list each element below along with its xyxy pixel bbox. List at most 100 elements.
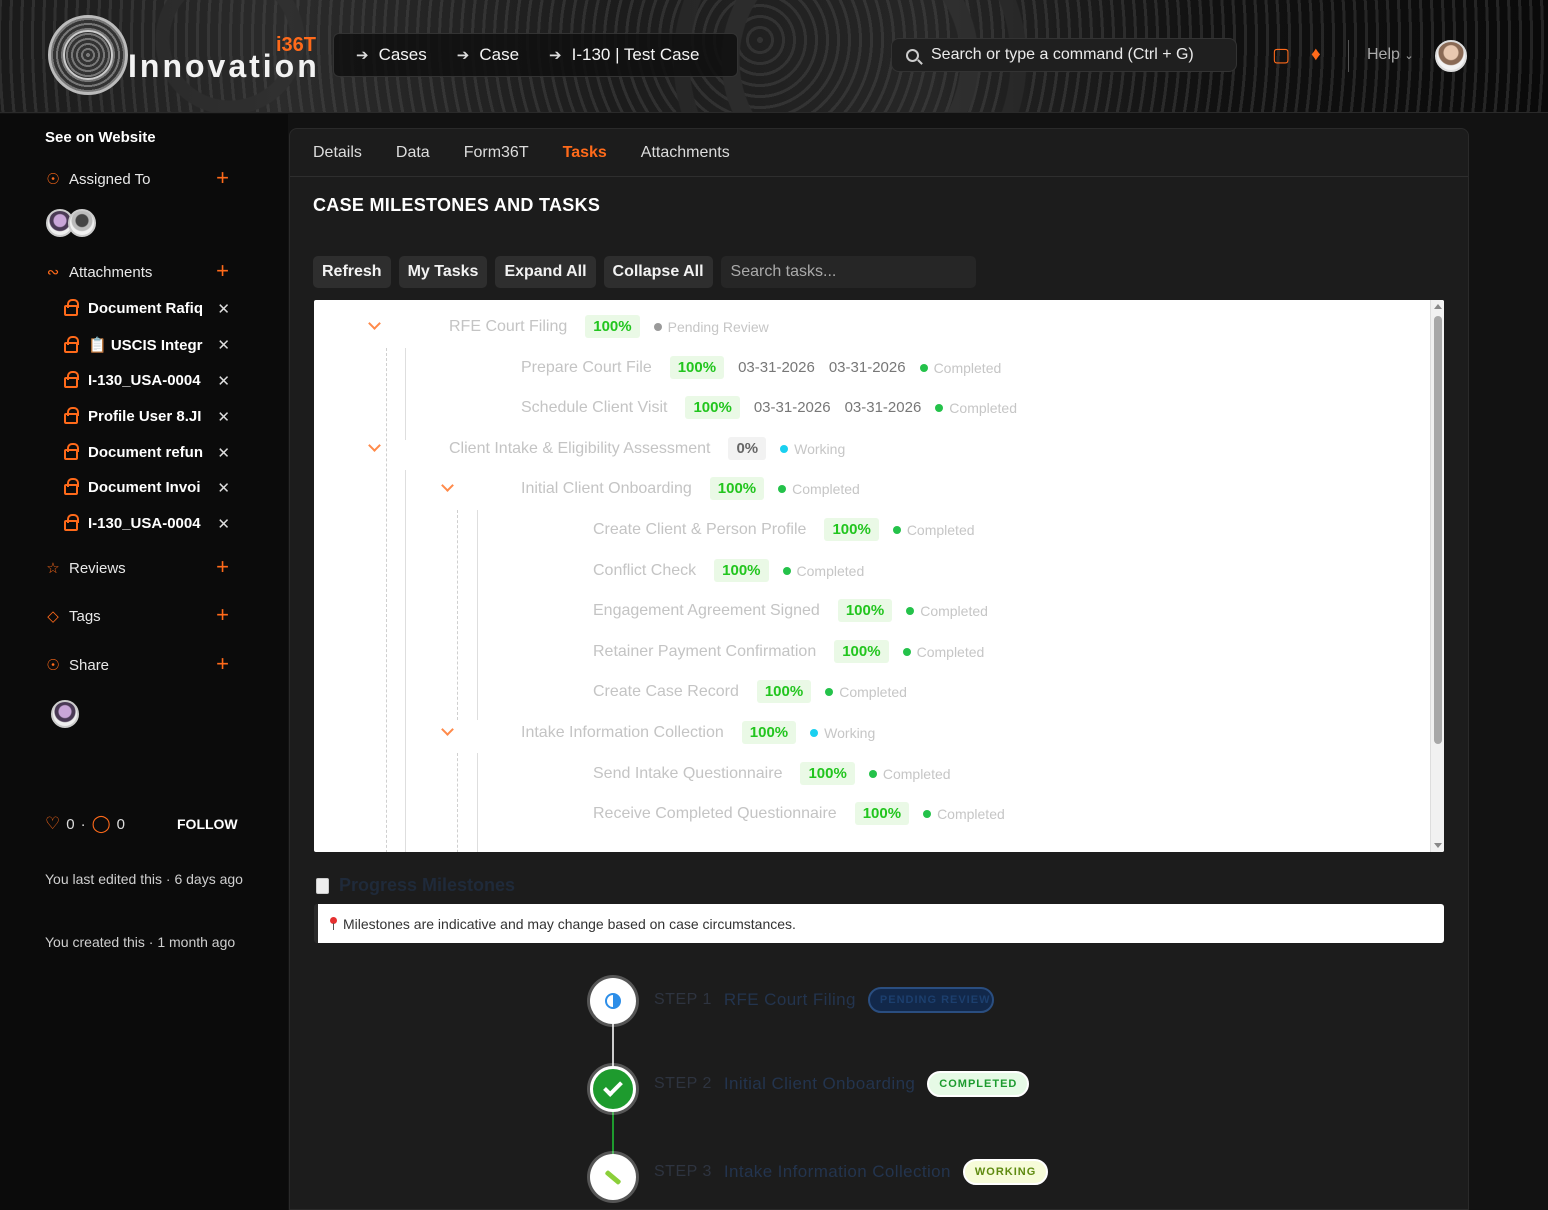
- step-2[interactable]: STEP 2 Initial Client Onboarding COMPLET…: [654, 1071, 1030, 1097]
- remove-attachment-icon[interactable]: ✕: [217, 372, 230, 390]
- tree-guide-line: [405, 348, 406, 440]
- attachment-item[interactable]: Document Rafiq ✕: [64, 299, 230, 318]
- my-tasks-button[interactable]: My Tasks: [398, 256, 488, 288]
- user-avatar[interactable]: [1435, 40, 1467, 72]
- tab-tasks[interactable]: Tasks: [563, 144, 607, 162]
- task-row[interactable]: Create Case Record 100% Completed: [593, 680, 907, 703]
- command-search[interactable]: Search or type a command (Ctrl + G): [891, 38, 1237, 72]
- task-row[interactable]: Client Intake & Eligibility Assessment 0%…: [449, 437, 845, 460]
- tab-attachments[interactable]: Attachments: [641, 144, 730, 162]
- share-user-icon: ☉: [46, 657, 60, 674]
- lock-icon: [64, 335, 79, 353]
- chevron-down-icon[interactable]: [441, 723, 454, 736]
- attachment-item[interactable]: Document refun ✕: [64, 443, 230, 462]
- collapse-all-button[interactable]: Collapse All: [603, 256, 713, 288]
- task-row[interactable]: Schedule Client Visit 100% 03-31-2026 03-31…: [521, 396, 1017, 419]
- task-end-date: 03-31-2026: [844, 399, 922, 416]
- chat-icon[interactable]: ▢: [1272, 44, 1290, 67]
- bell-icon[interactable]: ♦: [1311, 44, 1321, 66]
- remove-attachment-icon[interactable]: ✕: [217, 300, 230, 318]
- task-name: Create Client & Person Profile: [593, 520, 807, 538]
- comment-icon[interactable]: ◯: [92, 814, 111, 834]
- step-3[interactable]: STEP 3 Intake Information Collection WOR…: [654, 1159, 1049, 1185]
- attachment-item[interactable]: 📋 USCIS Integr ✕: [64, 335, 230, 354]
- main-panel: Details Data Form36T Tasks Attachments C…: [289, 128, 1469, 1210]
- task-row[interactable]: Conflict Check 100% Completed: [593, 559, 864, 582]
- add-attachment-button[interactable]: +: [216, 260, 229, 282]
- arrow-right-icon: ➔: [356, 47, 369, 64]
- task-row[interactable]: RFE Court Filing 100% Pending Review: [449, 315, 769, 338]
- task-name: RFE Court Filing: [449, 317, 568, 335]
- remove-attachment-icon[interactable]: ✕: [217, 336, 230, 354]
- task-progress-badge: 100%: [834, 640, 889, 663]
- sidebar-attachments: ∾ Attachments +: [46, 258, 229, 283]
- status-dot-icon: [906, 606, 915, 615]
- engagement-counts: ♡ 0 · ◯ 0: [45, 814, 125, 834]
- tree-guide-line: [457, 753, 458, 852]
- step-1[interactable]: STEP 1 RFE Court Filing PENDING REVIEW: [654, 987, 994, 1013]
- task-row[interactable]: Intake Information Collection 100% Working: [521, 721, 875, 744]
- task-progress-badge: 100%: [756, 680, 812, 703]
- task-row[interactable]: Initial Client Onboarding 100% Completed: [521, 477, 860, 500]
- assignee-avatar[interactable]: [68, 209, 96, 237]
- remove-attachment-icon[interactable]: ✕: [217, 444, 230, 462]
- task-search-input[interactable]: [720, 256, 976, 288]
- task-status: Completed: [919, 360, 1001, 376]
- status-dot-icon: [780, 444, 789, 453]
- task-row[interactable]: Receive Completed Questionnaire 100% Compl…: [593, 802, 1005, 825]
- task-row[interactable]: Send Intake Questionnaire 100% Completed: [593, 762, 951, 785]
- task-name: Send Intake Questionnaire: [593, 764, 783, 782]
- tab-details[interactable]: Details: [313, 144, 362, 162]
- task-row[interactable]: Retainer Payment Confirmation 100% Complet…: [593, 640, 984, 663]
- add-review-button[interactable]: +: [216, 556, 229, 578]
- heart-icon[interactable]: ♡: [45, 814, 60, 834]
- tab-form36t[interactable]: Form36T: [464, 144, 529, 162]
- lock-icon: [64, 299, 79, 316]
- task-row[interactable]: Engagement Agreement Signed 100% Completed: [593, 599, 988, 622]
- add-share-button[interactable]: +: [216, 653, 229, 675]
- see-on-website-link[interactable]: See on Website: [45, 129, 156, 146]
- remove-attachment-icon[interactable]: ✕: [217, 515, 230, 533]
- tab-data[interactable]: Data: [396, 144, 430, 162]
- task-progress-badge: 100%: [685, 396, 740, 419]
- expand-all-button[interactable]: Expand All: [495, 256, 596, 288]
- scroll-up-arrow[interactable]: [1434, 304, 1442, 309]
- status-dot-icon: [810, 728, 819, 737]
- tree-scrollbar[interactable]: [1430, 300, 1444, 852]
- attachment-item[interactable]: I-130_USA-0004 ✕: [64, 371, 230, 390]
- add-assignee-button[interactable]: +: [216, 167, 229, 189]
- chevron-down-icon[interactable]: [368, 317, 381, 330]
- tree-guide-line: [405, 470, 406, 852]
- engagement-separator: ·: [80, 815, 86, 833]
- task-row[interactable]: Prepare Court File 100% 03-31-2026 03-31-20…: [521, 356, 1001, 379]
- attachment-item[interactable]: I-130_USA-0004 ✕: [64, 514, 230, 533]
- breadcrumb: ➔ Cases ➔ Case ➔ I-130 | Test Case: [333, 33, 738, 77]
- attachment-item[interactable]: Document Invoi ✕: [64, 478, 230, 497]
- help-menu[interactable]: Help ⌄: [1367, 46, 1414, 64]
- task-status: Working: [780, 441, 845, 457]
- app-header: Innovation i36T ➔ Cases ➔ Case ➔ I-130 |…: [0, 0, 1548, 113]
- task-row[interactable]: Create Client & Person Profile 100% Comple…: [593, 518, 975, 541]
- innovation-seal-logo[interactable]: [48, 15, 128, 95]
- refresh-button[interactable]: Refresh: [313, 256, 391, 288]
- chevron-down-icon[interactable]: [368, 439, 381, 452]
- remove-attachment-icon[interactable]: ✕: [217, 479, 230, 497]
- status-dot-icon: [778, 484, 787, 493]
- remove-attachment-icon[interactable]: ✕: [217, 408, 230, 426]
- breadcrumb-item-case[interactable]: ➔ Case: [457, 45, 519, 65]
- scroll-down-arrow[interactable]: [1434, 843, 1442, 848]
- arrow-right-icon: ➔: [549, 47, 562, 64]
- task-status: Completed: [782, 563, 864, 579]
- task-progress-badge: 100%: [669, 356, 725, 379]
- shared-user-avatar[interactable]: [51, 700, 79, 728]
- add-tag-button[interactable]: +: [216, 604, 229, 626]
- scroll-thumb[interactable]: [1434, 316, 1442, 744]
- search-icon: [906, 48, 919, 62]
- task-end-date: 03-31-2026: [828, 359, 906, 376]
- attachment-item[interactable]: Profile User 8.JI ✕: [64, 407, 230, 426]
- lock-icon: [64, 514, 79, 531]
- breadcrumb-item-current-case[interactable]: ➔ I-130 | Test Case: [549, 45, 699, 65]
- breadcrumb-item-cases[interactable]: ➔ Cases: [356, 45, 427, 65]
- follow-button[interactable]: FOLLOW: [177, 816, 238, 832]
- chevron-down-icon[interactable]: [441, 479, 454, 492]
